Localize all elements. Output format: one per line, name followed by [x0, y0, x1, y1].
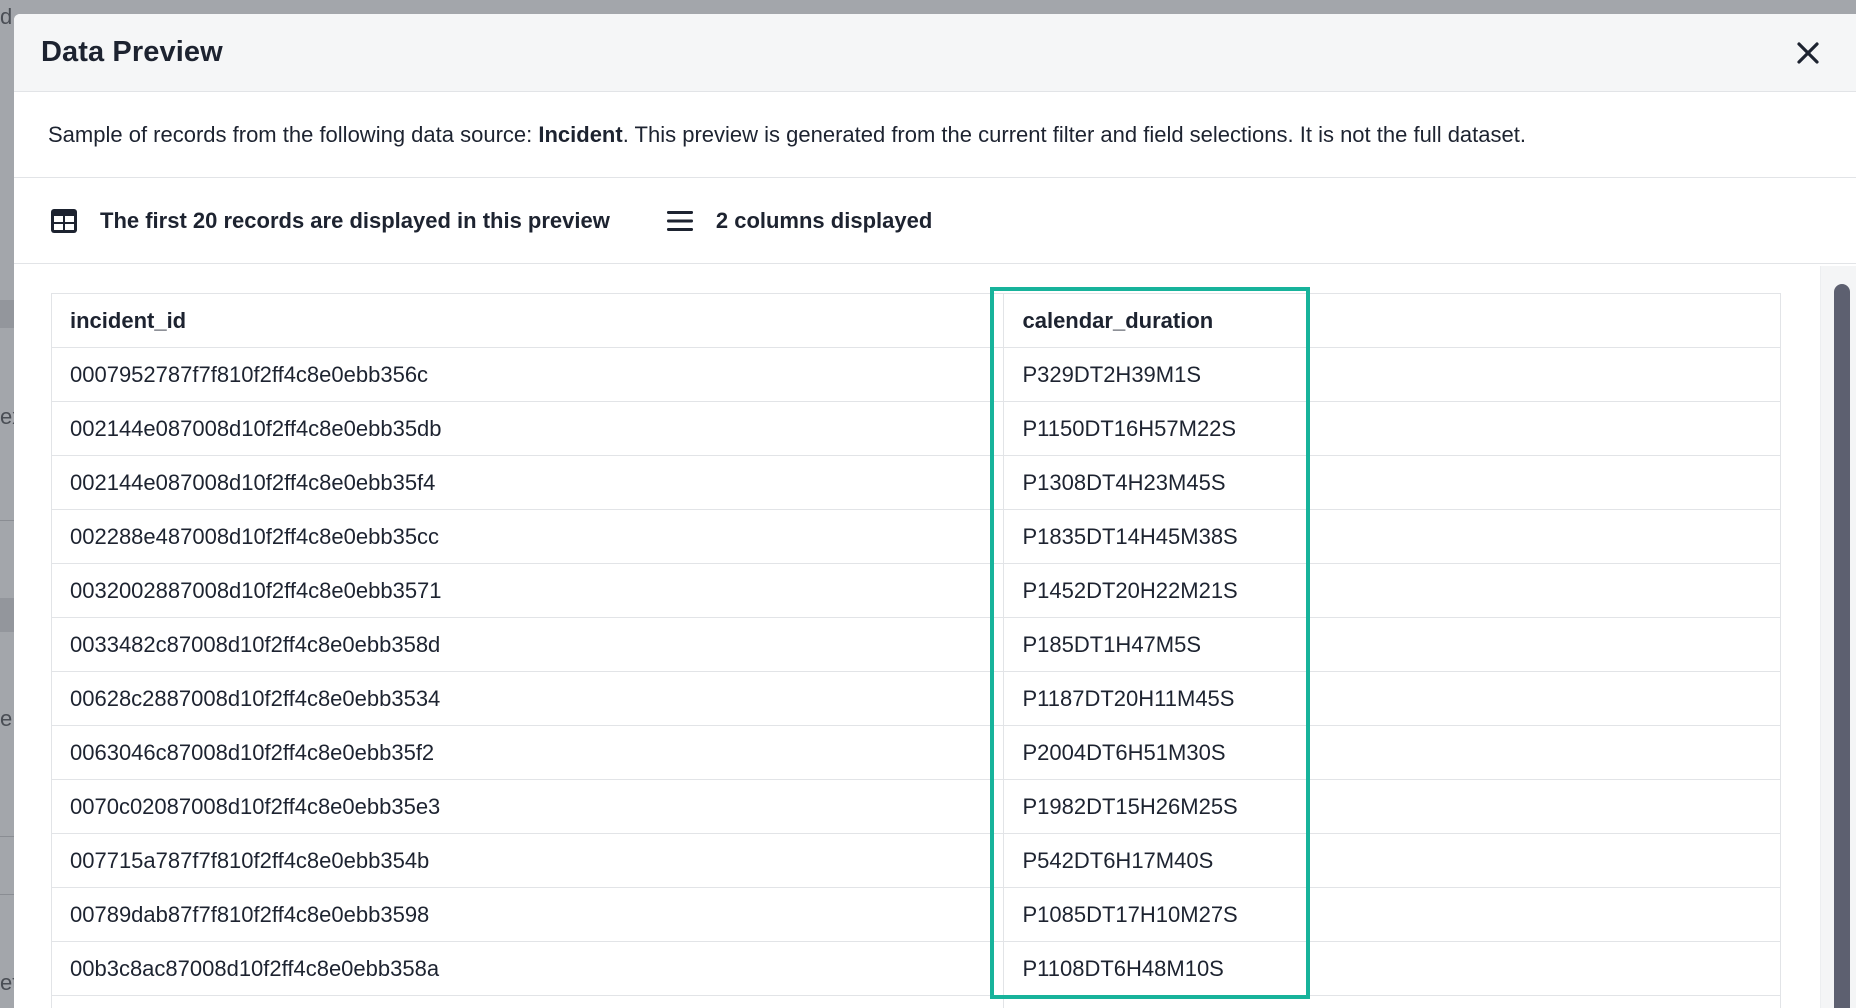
table-row: 0007952787f7f810f2ff4c8e0ebb356c P329DT2H…	[51, 347, 1781, 402]
background-text: e	[0, 706, 13, 731]
calendar-duration-cell	[1003, 995, 1781, 1008]
preview-description: Sample of records from the following dat…	[14, 92, 1856, 178]
incident-id-cell: 002144e087008d10f2ff4c8e0ebb35f4	[51, 455, 1005, 510]
description-prefix: Sample of records from the following dat…	[48, 121, 539, 147]
preview-table: incident_id calendar_duration 0007952787…	[51, 293, 1781, 1008]
close-button[interactable]	[1788, 33, 1828, 73]
incident-id-cell: 0032002887008d10f2ff4c8e0ebb3571	[51, 563, 1005, 618]
calendar-duration-cell: P185DT1H47M5S	[1003, 617, 1781, 672]
table-grid-icon	[50, 207, 78, 235]
table-row: 00789dab87f7f810f2ff4c8e0ebb3598 P1085DT1…	[51, 887, 1781, 942]
incident-id-cell: 00789dab87f7f810f2ff4c8e0ebb3598	[51, 887, 1005, 942]
calendar-duration-cell: P329DT2H39M1S	[1003, 347, 1781, 402]
preview-info-bar: The first 20 records are displayed in th…	[14, 178, 1856, 264]
column-header-calendar-duration: calendar_duration	[1003, 293, 1781, 348]
modal-title: Data Preview	[41, 36, 223, 68]
incident-id-cell: 00628c2887008d10f2ff4c8e0ebb3534	[51, 671, 1005, 726]
table-row: 002144e087008d10f2ff4c8e0ebb35f4 P1308DT4…	[51, 455, 1781, 510]
incident-id-cell: 0063046c87008d10f2ff4c8e0ebb35f2	[51, 725, 1005, 780]
table-row: 0032002887008d10f2ff4c8e0ebb3571 P1452DT2…	[51, 563, 1781, 618]
columns-info-text: 2 columns displayed	[715, 207, 933, 233]
calendar-duration-cell: P1982DT15H26M25S	[1003, 779, 1781, 834]
table-row: 0070c02087008d10f2ff4c8e0ebb35e3 P1982DT1…	[51, 779, 1781, 834]
table-header-row: incident_id calendar_duration	[51, 293, 1781, 348]
table-row: 002288e487008d10f2ff4c8e0ebb35cc P1835DT1…	[51, 509, 1781, 564]
table-row: 007715a787f7f810f2ff4c8e0ebb354b P542DT6H…	[51, 833, 1781, 888]
column-header-incident-id: incident_id	[51, 293, 1005, 348]
data-preview-modal: Data Preview Sample of records from the …	[14, 14, 1856, 1008]
incident-id-cell: 0070c02087008d10f2ff4c8e0ebb35e3	[51, 779, 1005, 834]
vertical-scrollbar-thumb[interactable]	[1834, 284, 1850, 1008]
background-divider	[0, 520, 14, 521]
calendar-duration-cell: P2004DT6H51M30S	[1003, 725, 1781, 780]
modal-header: Data Preview	[14, 14, 1856, 92]
calendar-duration-cell: P1150DT16H57M22S	[1003, 401, 1781, 456]
background-text: d	[0, 4, 13, 29]
records-info: The first 20 records are displayed in th…	[50, 207, 610, 235]
calendar-duration-cell: P1187DT20H11M45S	[1003, 671, 1781, 726]
table-row: 002144e087008d10f2ff4c8e0ebb35db P1150DT1…	[51, 401, 1781, 456]
incident-id-cell: 002144e087008d10f2ff4c8e0ebb35db	[51, 401, 1005, 456]
table-row	[51, 995, 1781, 1008]
calendar-duration-cell: P1452DT20H22M21S	[1003, 563, 1781, 618]
close-icon	[1797, 41, 1819, 64]
incident-id-cell	[51, 995, 1005, 1008]
incident-id-cell: 0007952787f7f810f2ff4c8e0ebb356c	[51, 347, 1005, 402]
calendar-duration-cell: P1108DT6H48M10S	[1003, 941, 1781, 996]
calendar-duration-cell: P1085DT17H10M27S	[1003, 887, 1781, 942]
incident-id-cell: 0033482c87008d10f2ff4c8e0ebb358d	[51, 617, 1005, 672]
records-info-text: The first 20 records are displayed in th…	[100, 207, 610, 233]
table-row: 0063046c87008d10f2ff4c8e0ebb35f2 P2004DT6…	[51, 725, 1781, 780]
background-block	[0, 300, 14, 328]
calendar-duration-cell: P542DT6H17M40S	[1003, 833, 1781, 888]
data-source-name: Incident	[538, 121, 623, 147]
table-row: 00628c2887008d10f2ff4c8e0ebb3534 P1187DT2…	[51, 671, 1781, 726]
calendar-duration-cell: P1835DT14H45M38S	[1003, 509, 1781, 564]
table-scroll-area[interactable]: incident_id calendar_duration 0007952787…	[14, 266, 1856, 1008]
background-block	[0, 598, 14, 632]
description-suffix: . This preview is generated from the cur…	[622, 121, 1526, 147]
incident-id-cell: 007715a787f7f810f2ff4c8e0ebb354b	[51, 833, 1005, 888]
incident-id-cell: 002288e487008d10f2ff4c8e0ebb35cc	[51, 509, 1005, 564]
incident-id-cell: 00b3c8ac87008d10f2ff4c8e0ebb358a	[51, 941, 1005, 996]
list-icon	[666, 207, 694, 235]
columns-info: 2 columns displayed	[666, 207, 932, 235]
background-divider	[0, 894, 14, 895]
table-row: 00b3c8ac87008d10f2ff4c8e0ebb358a P1108DT6…	[51, 941, 1781, 996]
table-row: 0033482c87008d10f2ff4c8e0ebb358d P185DT1H…	[51, 617, 1781, 672]
background-divider	[0, 836, 14, 837]
calendar-duration-cell: P1308DT4H23M45S	[1003, 455, 1781, 510]
